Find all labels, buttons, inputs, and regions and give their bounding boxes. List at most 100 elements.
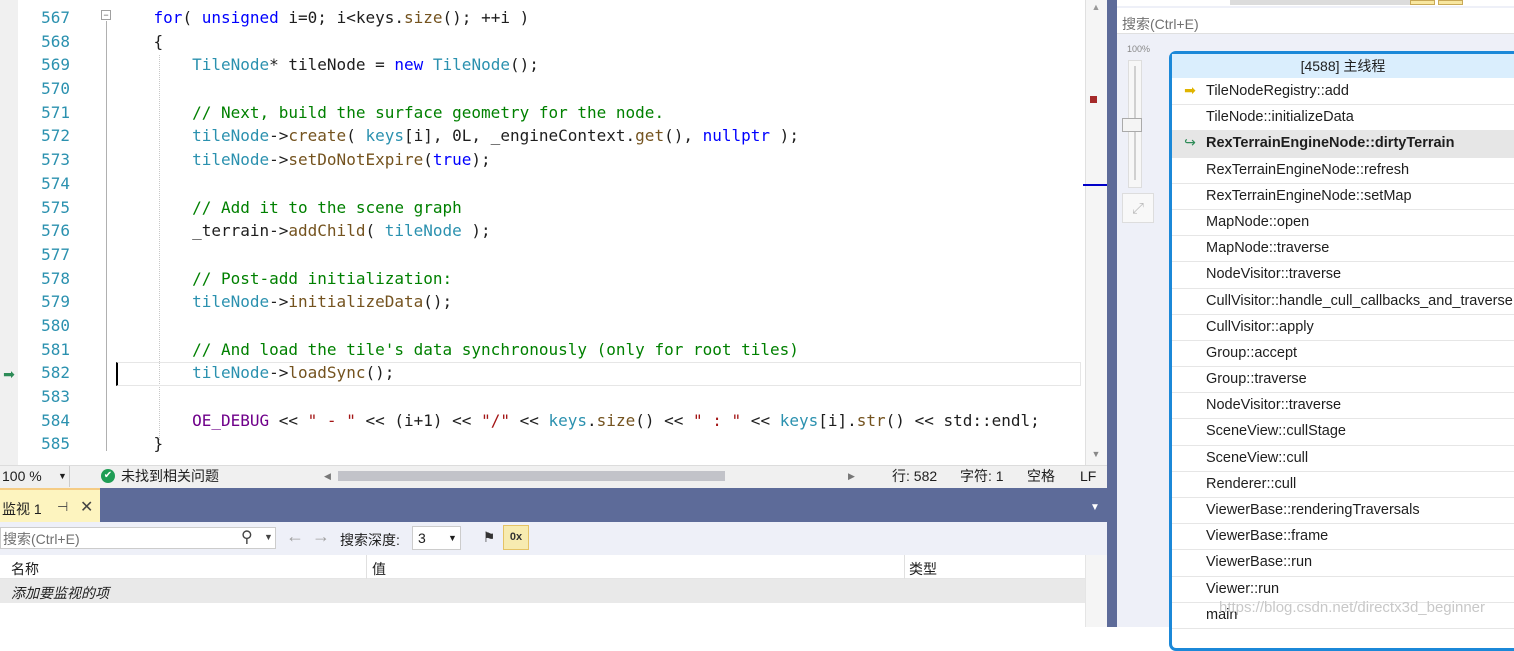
window-menu-icon[interactable]: ▼ [1090, 502, 1100, 513]
scroll-down-icon[interactable]: ▼ [1089, 449, 1103, 459]
line-number: 574 [41, 173, 70, 193]
add-watch-item-text[interactable]: 添加要监视的项 [11, 583, 109, 603]
issues-status[interactable]: 未找到相关问题 [121, 466, 219, 487]
code-text[interactable]: for( unsigned i=0; i<keys.size(); ++i ) … [115, 6, 1085, 461]
code-line: for( unsigned i=0; i<keys.size(); ++i ) [153, 8, 530, 27]
panel-splitter[interactable] [1107, 0, 1117, 627]
stack-frame[interactable]: RexTerrainEngineNode::setMap [1172, 184, 1514, 210]
stack-frame[interactable]: Renderer::cull [1172, 472, 1514, 498]
line-number: 582 [41, 363, 70, 383]
stack-frame-label: ViewerBase::renderingTraversals [1206, 502, 1420, 518]
return-arrow-icon: ↪ [1184, 134, 1196, 151]
toolbar-button[interactable] [1410, 0, 1435, 5]
horizontal-scrollbar-thumb[interactable] [338, 471, 725, 481]
stack-frame[interactable]: TileNode::initializeData [1172, 105, 1514, 132]
code-line: // And load the tile's data synchronousl… [192, 339, 799, 359]
column-indicator[interactable]: 字符: 1 [960, 466, 1004, 487]
stack-frame-label: MapNode::open [1206, 213, 1310, 230]
stack-frame-label: NodeVisitor::traverse [1206, 397, 1342, 414]
pin-icon[interactable]: ⊣ [57, 499, 68, 515]
back-arrow-icon[interactable]: ← [286, 526, 304, 547]
line-number: 567 [41, 8, 70, 27]
search-depth-label: 搜索深度: [340, 532, 400, 548]
stack-frame-label: TileNodeRegistry::add [1206, 83, 1349, 99]
outline-fold-line [106, 21, 107, 451]
scroll-right-icon[interactable]: ▶ [848, 466, 860, 487]
stack-search-placeholder: 搜索(Ctrl+E) [1122, 16, 1199, 32]
forward-arrow-icon[interactable]: → [312, 526, 330, 547]
chevron-down-icon[interactable]: ▼ [264, 532, 273, 542]
stack-frame[interactable]: ViewerBase::run [1172, 550, 1514, 577]
pin-to-source-icon[interactable]: ⚑ [478, 526, 500, 548]
stack-frame[interactable]: ViewerBase::renderingTraversals [1172, 498, 1514, 525]
breakpoint-marker [1090, 96, 1097, 103]
stack-frame[interactable]: NodeVisitor::traverse [1172, 262, 1514, 289]
stack-frame-label: RexTerrainEngineNode::dirtyTerrain [1206, 135, 1455, 152]
hex-display-icon[interactable]: 0x [503, 525, 529, 550]
stack-frame[interactable]: CullVisitor::apply [1172, 315, 1514, 341]
zoom-slider-thumb[interactable] [1122, 118, 1142, 132]
stack-frame[interactable]: Group::accept [1172, 341, 1514, 368]
line-number: 573 [41, 150, 70, 170]
chevron-down-icon[interactable]: ▼ [448, 533, 457, 543]
toolbar-dropdown[interactable] [1230, 0, 1410, 5]
line-ending-indicator[interactable]: LF [1080, 466, 1096, 487]
stack-frame-label: Renderer::cull [1206, 475, 1297, 492]
whitespace-indicator[interactable]: 空格 [1027, 466, 1055, 487]
stack-frame-label: SceneView::cull [1206, 449, 1309, 466]
code-line: // Post-add initialization: [192, 268, 453, 288]
line-number: 581 [41, 339, 70, 359]
column-header-value[interactable]: 值 [372, 559, 386, 579]
editor-vertical-scrollbar[interactable] [1085, 0, 1107, 465]
stack-frame[interactable]: NodeVisitor::traverse [1172, 393, 1514, 420]
stack-frame-label: NodeVisitor::traverse [1206, 266, 1342, 283]
stack-frame[interactable]: SceneView::cull [1172, 446, 1514, 472]
stack-frame-label: SceneView::cullStage [1206, 423, 1346, 440]
stack-frame[interactable]: ↪ RexTerrainEngineNode::dirtyTerrain [1172, 131, 1514, 158]
column-divider[interactable] [366, 555, 367, 579]
stack-frame-label: CullVisitor::handle_cull_callbacks_and_t… [1206, 292, 1513, 309]
stack-frame-label: RexTerrainEngineNode::setMap [1206, 187, 1412, 204]
search-icon[interactable]: ⚲ [241, 527, 253, 547]
code-line: } [115, 434, 164, 454]
stack-frame[interactable]: ➡ TileNodeRegistry::add [1172, 79, 1514, 106]
line-number: 576 [41, 221, 70, 241]
line-number: 571 [41, 102, 70, 122]
breakpoint-margin[interactable] [0, 0, 18, 465]
scroll-left-icon[interactable]: ◀ [324, 466, 336, 487]
fit-to-window-icon[interactable]: ⤢ [1122, 193, 1154, 223]
column-header-name[interactable]: 名称 [11, 559, 39, 579]
stack-frame-label: RexTerrainEngineNode::refresh [1206, 161, 1410, 178]
line-indicator[interactable]: 行: 582 [892, 466, 937, 487]
column-header-type[interactable]: 类型 [909, 559, 937, 579]
stack-frame[interactable]: MapNode::traverse [1172, 236, 1514, 263]
watch-add-row[interactable] [0, 579, 1085, 603]
chevron-down-icon[interactable]: ▼ [58, 466, 68, 487]
collapse-icon[interactable]: − [101, 10, 111, 20]
stack-frame[interactable]: RexTerrainEngineNode::refresh [1172, 158, 1514, 184]
stack-frame[interactable]: SceneView::cullStage [1172, 419, 1514, 446]
stack-frame-label: MapNode::traverse [1206, 240, 1330, 257]
close-icon[interactable]: ✕ [80, 497, 93, 517]
line-number: 572 [41, 126, 70, 146]
line-number: 580 [41, 315, 70, 335]
stack-frame-label: CullVisitor::apply [1206, 318, 1314, 335]
line-number: 575 [41, 197, 70, 217]
scroll-up-icon[interactable]: ▲ [1089, 2, 1103, 12]
stack-frame[interactable]: CullVisitor::handle_cull_callbacks_and_t… [1172, 289, 1514, 315]
watch-vertical-scrollbar[interactable] [1085, 555, 1107, 627]
code-line: tileNode->setDoNotExpire(true); [192, 150, 491, 170]
stack-frame[interactable]: MapNode::open [1172, 210, 1514, 237]
column-divider[interactable] [904, 555, 905, 579]
stack-frame-label: Viewer::run [1206, 580, 1280, 597]
line-number: 568 [41, 31, 70, 51]
thread-title: [4588] 主线程 [1172, 54, 1514, 78]
stack-frame-label: ViewerBase::frame [1206, 528, 1329, 545]
code-line: tileNode->initializeData(); [192, 292, 453, 312]
stack-frame[interactable]: ViewerBase::frame [1172, 524, 1514, 551]
toolbar-button[interactable] [1438, 0, 1463, 5]
stack-frame[interactable]: Group::traverse [1172, 367, 1514, 394]
line-number: 579 [41, 292, 70, 312]
